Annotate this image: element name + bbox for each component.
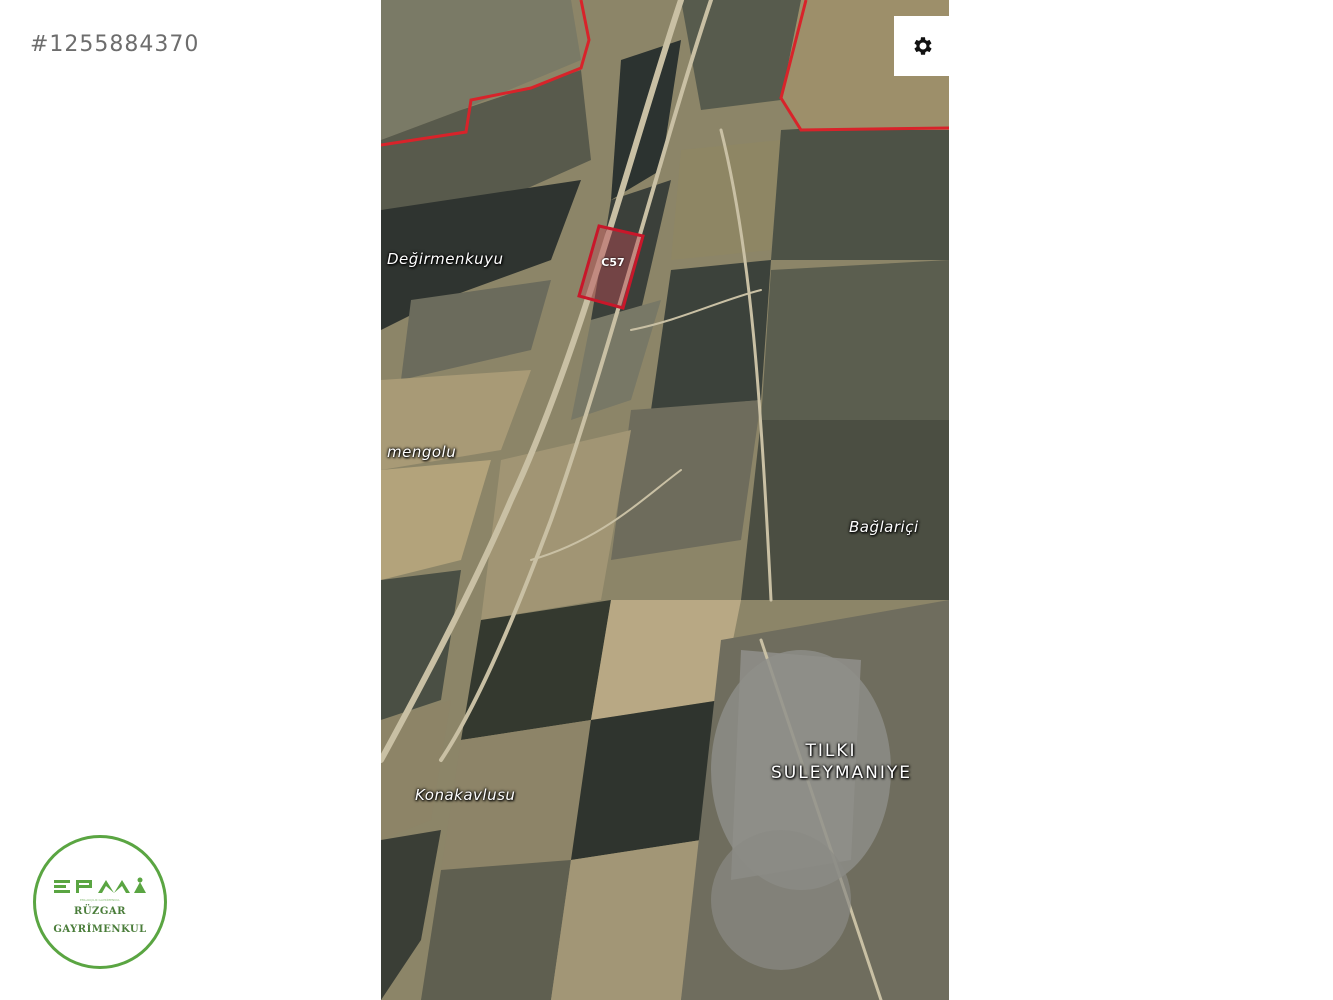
satellite-imagery [381, 0, 949, 1000]
village-label-line2: SULEYMANIYE [771, 763, 912, 783]
epm-logo-mark [54, 877, 146, 893]
satellite-map[interactable]: Değirmenkuyu mengolu Bağlariçi TILKI SUL… [381, 0, 949, 1000]
logo-name-line1: RÜZGAR [74, 906, 126, 917]
place-label-tilki-suleymaniye: TILKI SULEYMANIYE [771, 740, 912, 784]
logo-tagline: EMLAKÇILIK GAYRİMENKUL [80, 898, 120, 902]
place-label-konakavlusu: Konakavlusu [415, 786, 516, 804]
parcel-label: C57 [601, 256, 625, 269]
gear-icon [914, 37, 932, 55]
place-label-mengolu: mengolu [387, 443, 457, 461]
place-label-bagarici: Bağlariçi [849, 518, 919, 536]
village-label-line1: TILKI [805, 741, 857, 761]
logo-name-line2: GAYRİMENKUL [53, 924, 147, 935]
company-logo: EMLAKÇILIK GAYRİMENKUL RÜZGAR GAYRİMENKU… [33, 835, 167, 969]
settings-button[interactable] [894, 16, 950, 76]
listing-id: #1255884370 [30, 32, 200, 57]
place-label-degirmenkuyu: Değirmenkuyu [387, 250, 504, 268]
